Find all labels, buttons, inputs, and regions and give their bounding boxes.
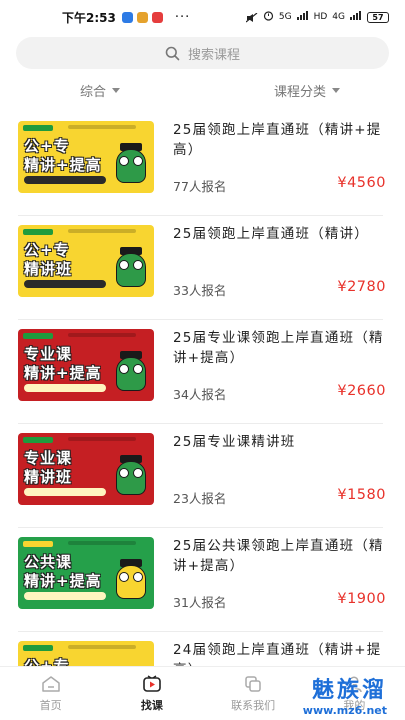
thumb-title-line2: 精讲班 — [24, 468, 73, 486]
owl-mascot-icon — [116, 559, 146, 601]
status-time: 下午2:53 — [62, 10, 116, 25]
thumb-stripe — [68, 229, 136, 233]
filter-category[interactable]: 课程分类 — [210, 76, 405, 104]
battery-icon: 57 — [367, 11, 389, 23]
course-enroll-count: 33人报名 — [173, 283, 227, 298]
mute-icon — [245, 12, 258, 22]
nav-find-course[interactable]: 找课 — [101, 667, 202, 720]
course-item[interactable]: 公+专 精讲+提高 25届领跑上岸直通班（精讲+提高） 77人报名 ¥4560 — [0, 112, 405, 216]
course-enroll-count: 31人报名 — [173, 595, 227, 610]
system-status-icons: 5G HD 4G 57 — [245, 10, 389, 24]
thumb-title-line1: 专业课 — [24, 449, 73, 467]
course-price: ¥1900 — [337, 591, 386, 607]
thumb-title-line1: 公+专 — [24, 241, 70, 259]
thumb-title-line1: 专业课 — [24, 345, 73, 363]
course-item[interactable]: 专业课 精讲+提高 25届专业课领跑上岸直通班（精讲+提高） 34人报名 ¥26… — [0, 320, 405, 424]
brand-tag — [23, 333, 53, 339]
course-price: ¥2660 — [337, 383, 386, 399]
thumb-title-line1: 公共课 — [24, 553, 73, 571]
course-enroll-count: 23人报名 — [173, 491, 227, 506]
owl-mascot-icon — [116, 143, 146, 185]
course-enroll-count: 34人报名 — [173, 387, 227, 402]
course-thumbnail: 专业课 精讲+提高 — [18, 329, 154, 401]
thumb-ribbon — [24, 592, 106, 600]
app-notification-icon — [136, 11, 148, 23]
thumb-title-line2: 精讲班 — [24, 260, 73, 278]
thumb-title-line2: 精讲+提高 — [24, 156, 102, 174]
course-item[interactable]: 公+专 精讲班 25届领跑上岸直通班（精讲） 33人报名 ¥2780 — [0, 216, 405, 320]
brand-tag — [23, 437, 53, 443]
owl-mascot-icon — [116, 247, 146, 289]
thumb-title-line2: 精讲+提高 — [24, 364, 102, 382]
thumb-ribbon — [24, 176, 106, 184]
course-thumbnail: 公+专 精讲+提高 — [18, 121, 154, 193]
thumb-ribbon — [24, 384, 106, 392]
signal-icon — [350, 11, 362, 23]
signal-icon — [296, 11, 309, 23]
course-enroll-count: 77人报名 — [173, 179, 227, 194]
nav-home[interactable]: 首页 — [0, 667, 101, 720]
thumb-stripe — [68, 541, 136, 545]
owl-mascot-icon — [116, 351, 146, 393]
status-bar: 下午2:53 ··· 5G HD 4G 57 — [0, 0, 405, 34]
search-icon — [165, 46, 180, 61]
thumb-stripe — [68, 125, 136, 129]
course-price: ¥4560 — [337, 175, 386, 191]
caret-down-icon — [332, 87, 340, 93]
thumb-title-line2: 精讲+提高 — [24, 572, 102, 590]
app-notification-icon — [121, 11, 133, 23]
thumb-stripe — [68, 333, 136, 337]
course-title: 25届专业课精讲班 — [173, 434, 296, 450]
nav-home-label: 首页 — [39, 699, 62, 712]
course-thumbnail: 公+专 精讲班 — [18, 225, 154, 297]
thumb-title-line1: 公+专 — [24, 137, 70, 155]
network-5g-label: 5G — [278, 12, 292, 22]
brand-tag — [23, 229, 53, 235]
more-notifications-icon: ··· — [174, 9, 191, 25]
course-title: 25届专业课领跑上岸直通班（精讲+提高） — [173, 330, 384, 366]
brand-tag — [23, 645, 53, 651]
home-icon — [41, 675, 61, 693]
thumb-ribbon — [24, 488, 106, 496]
app-notification-icon — [151, 11, 163, 23]
course-price: ¥1580 — [337, 487, 386, 503]
nav-profile-label: 我的 — [343, 699, 366, 712]
filter-category-label: 课程分类 — [273, 84, 326, 100]
course-item[interactable]: 公共课 精讲+提高 25届公共课领跑上岸直通班（精讲+提高） 31人报名 ¥19… — [0, 528, 405, 632]
course-title: 25届领跑上岸直通班（精讲） — [173, 226, 369, 242]
filter-sort[interactable]: 综合 — [0, 76, 210, 104]
brand-tag — [23, 541, 53, 547]
play-icon — [142, 675, 162, 693]
nav-contact[interactable]: 联系我们 — [203, 667, 304, 720]
owl-mascot-icon — [116, 455, 146, 497]
course-list: 公+专 精讲+提高 25届领跑上岸直通班（精讲+提高） 77人报名 ¥4560 … — [0, 112, 405, 720]
course-price: ¥2780 — [337, 279, 386, 295]
notification-icons — [121, 11, 163, 23]
nav-find-course-label: 找课 — [140, 699, 163, 712]
network-hd-label: HD — [313, 12, 328, 22]
bottom-nav: 首页 找课 联系我们 我的 — [0, 666, 405, 720]
course-title: 25届公共课领跑上岸直通班（精讲+提高） — [173, 538, 384, 574]
alarm-icon — [263, 10, 274, 24]
brand-tag — [23, 125, 53, 131]
caret-down-icon — [112, 87, 121, 93]
nav-profile[interactable]: 我的 — [304, 667, 405, 720]
nav-contact-label: 联系我们 — [231, 699, 276, 712]
course-item[interactable]: 专业课 精讲班 25届专业课精讲班 23人报名 ¥1580 — [0, 424, 405, 528]
thumb-ribbon — [24, 280, 106, 288]
filter-sort-label: 综合 — [80, 84, 107, 100]
search-bar[interactable]: 搜索课程 — [16, 37, 389, 69]
contact-icon — [243, 675, 263, 693]
thumb-stripe — [68, 645, 136, 649]
course-thumbnail: 公共课 精讲+提高 — [18, 537, 154, 609]
course-title: 25届领跑上岸直通班（精讲+提高） — [173, 122, 382, 158]
user-icon — [344, 675, 364, 693]
search-placeholder[interactable]: 搜索课程 — [188, 44, 240, 63]
course-thumbnail: 专业课 精讲班 — [18, 433, 154, 505]
network-4g-label: 4G — [332, 12, 345, 22]
filter-row: 综合 课程分类 — [0, 76, 405, 104]
thumb-stripe — [68, 437, 136, 441]
